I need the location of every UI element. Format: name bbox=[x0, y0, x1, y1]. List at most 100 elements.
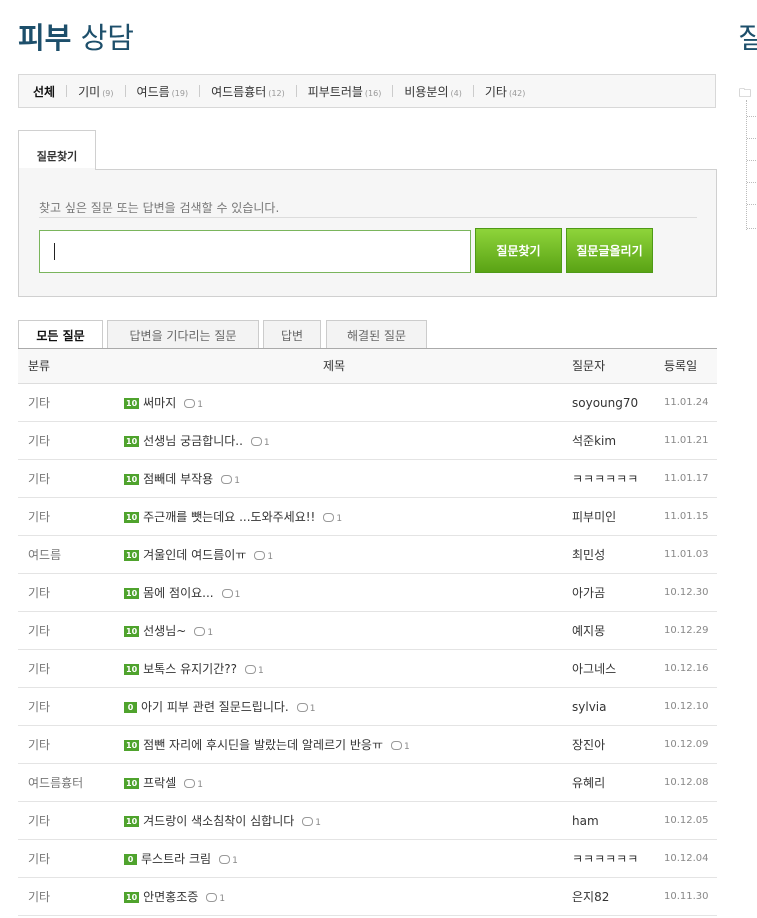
row-category: 기타 bbox=[28, 472, 51, 486]
row-title-link[interactable]: 10 몸에 점이요... 1 bbox=[124, 574, 240, 614]
category-cost[interactable]: 비용분의 (4) bbox=[404, 83, 462, 100]
table-row[interactable]: 기타 10 몸에 점이요... 1 아가곰 10.12.30 bbox=[18, 574, 717, 612]
row-category: 기타 bbox=[28, 814, 51, 828]
comment-icon bbox=[219, 855, 231, 864]
row-title: 루스트라 크림 bbox=[141, 852, 212, 866]
row-title: 선생님 궁금합니다.. bbox=[143, 434, 243, 448]
row-title-link[interactable]: 10 겨드랑이 색소침착이 심합니다 1 bbox=[124, 802, 321, 842]
comment-icon bbox=[184, 779, 196, 788]
comment-count: 1 bbox=[323, 513, 342, 524]
table-row[interactable]: 여드름 10 겨울인데 여드름이ㅠ 1 최민성 11.01.03 bbox=[18, 536, 717, 574]
category-acne-scar[interactable]: 여드름흉터 (12) bbox=[211, 83, 285, 100]
comment-count: 1 bbox=[221, 475, 240, 486]
table-row[interactable]: 여드름흉터 10 프락셀 1 유혜리 10.12.08 bbox=[18, 764, 717, 802]
tab-connector bbox=[19, 168, 95, 170]
table-row[interactable]: 기타 10 선생님~ 1 예지몽 10.12.29 bbox=[18, 612, 717, 650]
row-category: 여드름 bbox=[28, 548, 62, 562]
row-category: 기타 bbox=[28, 738, 51, 752]
row-title-link[interactable]: 10 점빼데 부작용 1 bbox=[124, 460, 240, 500]
row-title-link[interactable]: 10 겨울인데 여드름이ㅠ 1 bbox=[124, 536, 273, 576]
row-category: 기타 bbox=[28, 624, 51, 638]
page-title: 피부 상담 bbox=[18, 18, 134, 58]
row-author: 아가곰 bbox=[572, 586, 606, 600]
post-question-button[interactable]: 질문글올리기 bbox=[566, 228, 653, 273]
category-melasma[interactable]: 기미 (9) bbox=[78, 83, 113, 100]
row-author: 최민성 bbox=[572, 548, 606, 562]
comment-count: 1 bbox=[194, 627, 213, 638]
row-title-link[interactable]: 10 선생님 궁금합니다.. 1 bbox=[124, 422, 270, 462]
comment-icon bbox=[296, 703, 308, 712]
row-date: 11.01.17 bbox=[664, 473, 709, 484]
tab-answers[interactable]: 답변 bbox=[263, 320, 321, 349]
table-row[interactable]: 기타 10 겨드랑이 색소침착이 심합니다 1 ham 10.12.05 bbox=[18, 802, 717, 840]
table-row[interactable]: 기타 10 점뺀 자리에 후시딘을 발랐는데 알레르기 반응ㅠ 1 장진아 10.12.0… bbox=[18, 726, 717, 764]
row-title: 아기 피부 관련 질문드립니다. bbox=[141, 700, 289, 714]
comment-icon bbox=[323, 513, 335, 522]
category-skin-trouble[interactable]: 피부트러블 (16) bbox=[308, 83, 382, 100]
table-row[interactable]: 기타 10 보톡스 유지기간?? 1 아그네스 10.12.16 bbox=[18, 650, 717, 688]
row-title-link[interactable]: 10 안면홍조증 1 bbox=[124, 878, 225, 918]
row-title-link[interactable]: 10 프락셀 1 bbox=[124, 764, 203, 804]
row-title-link[interactable]: 0 루스트라 크림 1 bbox=[124, 840, 238, 880]
comment-count: 1 bbox=[221, 589, 240, 600]
tab-all-questions[interactable]: 모든 질문 bbox=[18, 320, 103, 349]
row-title-link[interactable]: 10 보톡스 유지기간?? 1 bbox=[124, 650, 264, 690]
comment-count: 1 bbox=[391, 741, 410, 752]
point-badge: 10 bbox=[124, 512, 140, 523]
point-badge: 0 bbox=[124, 702, 137, 713]
text-cursor bbox=[54, 243, 55, 260]
row-title-link[interactable]: 10 점뺀 자리에 후시딘을 발랐는데 알레르기 반응ㅠ 1 bbox=[124, 726, 410, 766]
search-hint: 찾고 싶은 질문 또는 답변을 검색할 수 있습니다. bbox=[39, 201, 280, 215]
row-date: 10.11.30 bbox=[664, 891, 709, 902]
page-title-rest: 상담 bbox=[80, 21, 134, 55]
row-category: 기타 bbox=[28, 510, 51, 524]
table-row[interactable]: 기타 10 점빼데 부작용 1 ㅋㅋㅋㅋㅋㅋ 11.01.17 bbox=[18, 460, 717, 498]
divider bbox=[295, 85, 297, 97]
point-badge: 10 bbox=[124, 664, 140, 675]
row-title: 겨드랑이 색소침착이 심합니다 bbox=[143, 814, 295, 828]
divider bbox=[392, 85, 394, 97]
row-title-link[interactable]: 10 주근깨를 뺏는데요 ...도와주세요!! 1 bbox=[124, 498, 342, 538]
header-author: 질문자 bbox=[572, 359, 606, 373]
row-date: 10.12.16 bbox=[664, 663, 709, 674]
category-etc[interactable]: 기타 (42) bbox=[485, 83, 526, 100]
category-acne[interactable]: 여드름 (19) bbox=[137, 83, 189, 100]
row-title: 겨울인데 여드름이ㅠ bbox=[143, 548, 247, 562]
find-question-button[interactable]: 질문찾기 bbox=[475, 228, 562, 273]
table-row[interactable]: 기타 0 루스트라 크림 1 ㅋㅋㅋㅋㅋㅋ 10.12.04 bbox=[18, 840, 717, 878]
table-row[interactable]: 기타 10 주근깨를 뺏는데요 ...도와주세요!! 1 피부미인 11.01.15 bbox=[18, 498, 717, 536]
comment-count: 1 bbox=[296, 703, 315, 714]
search-input[interactable] bbox=[39, 230, 471, 273]
row-title-link[interactable]: 10 써마지 1 bbox=[124, 384, 203, 424]
header-category: 분류 bbox=[28, 359, 51, 373]
row-title: 몸에 점이요... bbox=[143, 586, 214, 600]
point-badge: 10 bbox=[124, 892, 140, 903]
divider bbox=[66, 85, 68, 97]
comment-icon bbox=[206, 893, 218, 902]
category-all[interactable]: 선체 bbox=[33, 83, 55, 100]
tab-resolved-questions[interactable]: 해결된 질문 bbox=[326, 320, 427, 349]
category-count: (42) bbox=[508, 88, 526, 98]
row-title: 써마지 bbox=[143, 396, 177, 410]
point-badge: 10 bbox=[124, 778, 140, 789]
point-badge: 10 bbox=[124, 436, 140, 447]
category-count: (12) bbox=[268, 88, 285, 98]
table-row[interactable]: 기타 10 써마지 1 soyoung70 11.01.24 bbox=[18, 384, 717, 422]
table-row[interactable]: 기타 10 선생님 궁금합니다.. 1 석준kim 11.01.21 bbox=[18, 422, 717, 460]
row-category: 여드름흉터 bbox=[28, 776, 84, 790]
tab-search-questions[interactable]: 질문찾기 bbox=[18, 130, 96, 170]
point-badge: 10 bbox=[124, 474, 140, 485]
row-author: ㅋㅋㅋㅋㅋㅋ bbox=[572, 852, 639, 866]
point-badge: 10 bbox=[124, 550, 140, 561]
row-title-link[interactable]: 10 선생님~ 1 bbox=[124, 612, 213, 652]
category-count: (4) bbox=[450, 88, 462, 98]
table-row[interactable]: 기타 10 안면홍조증 1 은지82 10.11.30 bbox=[18, 878, 717, 916]
table-row[interactable]: 기타 0 아기 피부 관련 질문드립니다. 1 sylvia 10.12.10 bbox=[18, 688, 717, 726]
comment-count: 1 bbox=[250, 437, 270, 448]
row-title-link[interactable]: 0 아기 피부 관련 질문드립니다. 1 bbox=[124, 688, 315, 728]
row-date: 11.01.03 bbox=[664, 549, 709, 560]
comment-icon bbox=[244, 665, 256, 674]
divider bbox=[39, 217, 697, 218]
row-title: 프락셀 bbox=[143, 776, 177, 790]
tab-waiting-questions[interactable]: 답변을 기다리는 질문 bbox=[107, 320, 259, 349]
